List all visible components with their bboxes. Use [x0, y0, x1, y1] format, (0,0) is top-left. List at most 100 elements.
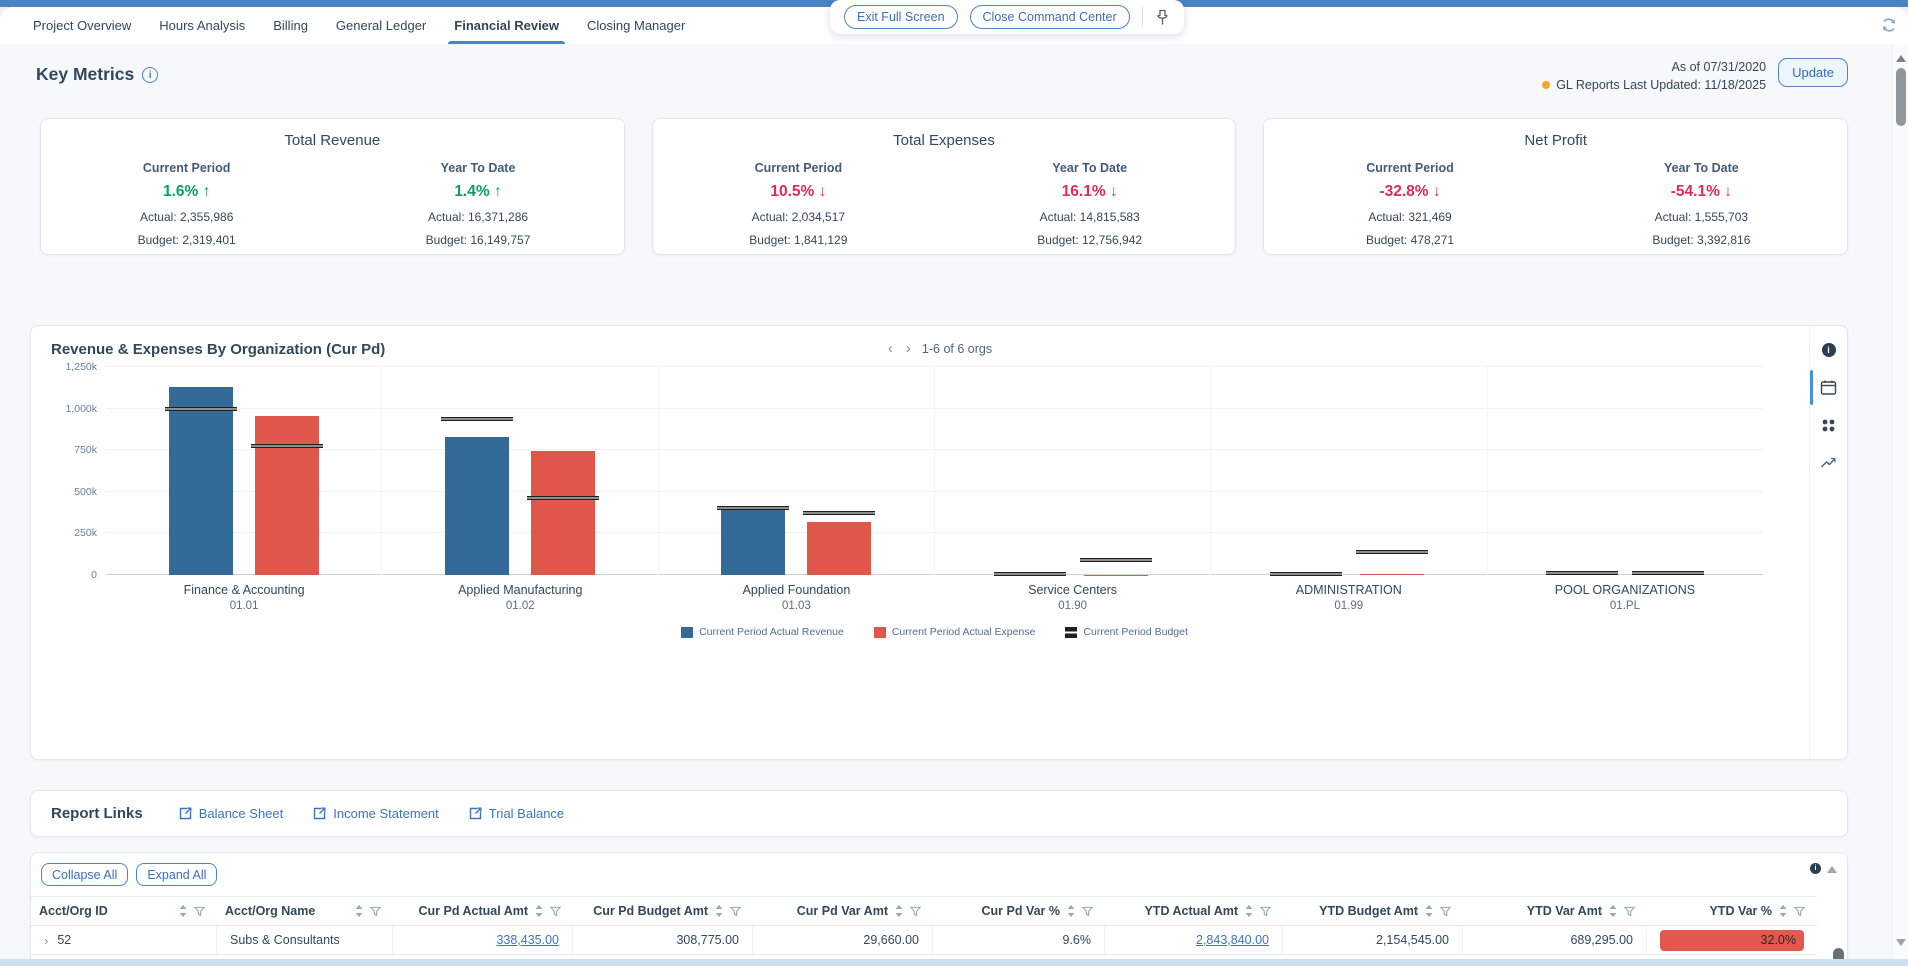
pin-icon[interactable]: [1155, 9, 1170, 26]
year-to-date-column: Year To Date -54.1% ↓ Actual: 1,555,703 …: [1556, 161, 1847, 247]
expense-bar[interactable]: [807, 522, 871, 575]
metric-card: Total Revenue Current Period 1.6% ↑ Actu…: [40, 118, 625, 255]
current-period-actual: Actual: 321,469: [1264, 210, 1555, 224]
column-header-ytd-var-amt[interactable]: YTD Var Amt: [1463, 904, 1647, 918]
budget-marker: [1546, 571, 1618, 575]
filter-icon[interactable]: [1624, 906, 1635, 917]
tab-hours-analysis[interactable]: Hours Analysis: [159, 7, 245, 44]
legend-swatch: [681, 627, 693, 638]
next-page-icon[interactable]: ›: [904, 341, 913, 356]
filter-icon[interactable]: [194, 906, 205, 917]
tab-billing[interactable]: Billing: [273, 7, 308, 44]
report-link-trial-balance[interactable]: Trial Balance: [469, 806, 564, 821]
sort-icon[interactable]: [355, 905, 363, 917]
table-scroll-up-icon[interactable]: [1827, 861, 1837, 873]
chart-info-icon[interactable]: i: [1810, 340, 1847, 360]
column-label: YTD Budget Amt: [1319, 904, 1418, 918]
budget-marker: [717, 506, 789, 510]
filter-icon[interactable]: [1440, 906, 1451, 917]
filter-icon[interactable]: [550, 906, 561, 917]
collapse-all-button[interactable]: Collapse All: [41, 863, 128, 886]
amount-link[interactable]: 338,435.00: [496, 933, 559, 947]
tab-closing-manager[interactable]: Closing Manager: [587, 7, 685, 44]
sort-icon[interactable]: [535, 905, 543, 917]
sort-icon[interactable]: [1779, 905, 1787, 917]
chart-category: Applied Manufacturing01.02: [382, 583, 658, 612]
column-header-cur-pd-actual-amt[interactable]: Cur Pd Actual Amt: [393, 904, 573, 918]
category-name: Applied Foundation: [658, 583, 934, 597]
scrollbar-thumb[interactable]: [1896, 68, 1906, 126]
exit-full-screen-button[interactable]: Exit Full Screen: [844, 5, 958, 29]
revenue-bar[interactable]: [445, 437, 509, 575]
column-header-ytd-budget-amt[interactable]: YTD Budget Amt: [1283, 904, 1463, 918]
column-header-cur-pd-budget-amt[interactable]: Cur Pd Budget Amt: [573, 904, 753, 918]
tab-general-ledger[interactable]: General Ledger: [336, 7, 426, 44]
grid-view-icon[interactable]: [1810, 415, 1847, 436]
ytd-label: Year To Date: [332, 161, 623, 175]
close-command-center-button[interactable]: Close Command Center: [970, 5, 1130, 29]
chart-legend: Current Period Actual RevenueCurrent Per…: [106, 626, 1763, 638]
expense-bar[interactable]: [255, 416, 319, 575]
revenue-bar[interactable]: [721, 510, 785, 575]
scroll-down-icon[interactable]: [1896, 939, 1906, 951]
column-header-ytd-actual-amt[interactable]: YTD Actual Amt: [1105, 904, 1283, 918]
column-header-cur-pd-var-[interactable]: Cur Pd Var %: [933, 904, 1105, 918]
ytd-actual: Actual: 1,555,703: [1556, 210, 1847, 224]
sort-icon[interactable]: [1067, 905, 1075, 917]
filter-icon[interactable]: [1260, 906, 1271, 917]
y-axis-tick-label: 1,250k: [65, 361, 97, 373]
info-icon[interactable]: i: [142, 67, 158, 83]
column-header-ytd-var-[interactable]: YTD Var %: [1647, 904, 1817, 918]
report-link-income-statement[interactable]: Income Statement: [313, 806, 439, 821]
report-links-card: Report Links Balance Sheet Income Statem…: [30, 790, 1848, 837]
grid-header-row: Acct/Org IDAcct/Org NameCur Pd Actual Am…: [31, 897, 1817, 926]
column-header-acct-org-name[interactable]: Acct/Org Name: [217, 904, 393, 918]
sync-icon[interactable]: [1880, 16, 1898, 34]
expand-row-icon[interactable]: ›: [44, 933, 48, 948]
sort-icon[interactable]: [1245, 905, 1253, 917]
sort-icon[interactable]: [715, 905, 723, 917]
column-header-cur-pd-var-amt[interactable]: Cur Pd Var Amt: [753, 904, 933, 918]
ytd-label: Year To Date: [944, 161, 1235, 175]
report-link-label: Trial Balance: [489, 806, 564, 821]
sort-icon[interactable]: [1425, 905, 1433, 917]
filter-icon[interactable]: [1794, 906, 1805, 917]
tab-project-overview[interactable]: Project Overview: [33, 7, 131, 44]
update-button[interactable]: Update: [1778, 58, 1848, 87]
trend-view-icon[interactable]: [1810, 452, 1847, 473]
cell-value: 9.6%: [1063, 933, 1092, 947]
prev-page-icon[interactable]: ‹: [886, 341, 895, 356]
page-scrollbar[interactable]: [1892, 44, 1908, 959]
y-axis-tick-label: 0: [91, 569, 97, 581]
expand-all-button[interactable]: Expand All: [136, 863, 217, 886]
chart-category: POOL ORGANIZATIONS01.PL: [1487, 583, 1763, 612]
budget-marker: [994, 572, 1066, 576]
tab-financial-review[interactable]: Financial Review: [454, 7, 559, 44]
ytd-budget: Budget: 12,756,942: [944, 233, 1235, 247]
current-period-column: Current Period 10.5% ↓ Actual: 2,034,517…: [653, 161, 944, 247]
report-link-balance-sheet[interactable]: Balance Sheet: [179, 806, 284, 821]
chart-card: Revenue & Expenses By Organization (Cur …: [30, 325, 1848, 760]
chart-category: Service Centers01.90: [935, 583, 1211, 612]
sort-icon[interactable]: [895, 905, 903, 917]
filter-icon[interactable]: [370, 906, 381, 917]
scroll-up-icon[interactable]: [1896, 50, 1906, 62]
category-name: Finance & Accounting: [106, 583, 382, 597]
as-of-date: As of 07/31/2020: [1542, 58, 1766, 76]
filter-icon[interactable]: [910, 906, 921, 917]
column-label: Cur Pd Var Amt: [797, 904, 888, 918]
expense-bar[interactable]: [1360, 574, 1424, 575]
filter-icon[interactable]: [1082, 906, 1093, 917]
revenue-bar[interactable]: [169, 387, 233, 575]
plot-groups: [106, 367, 1763, 575]
chart-category: Finance & Accounting01.01: [106, 583, 382, 612]
column-header-acct-org-id[interactable]: Acct/Org ID: [31, 904, 217, 918]
sort-icon[interactable]: [1609, 905, 1617, 917]
table-info-icon[interactable]: i: [1810, 863, 1821, 874]
expense-bar[interactable]: [531, 451, 595, 575]
sort-icon[interactable]: [179, 905, 187, 917]
filter-icon[interactable]: [730, 906, 741, 917]
calendar-view-icon[interactable]: [1810, 376, 1847, 399]
amount-link[interactable]: 2,843,840.00: [1196, 933, 1269, 947]
cell-value: 308,775.00: [676, 933, 739, 947]
